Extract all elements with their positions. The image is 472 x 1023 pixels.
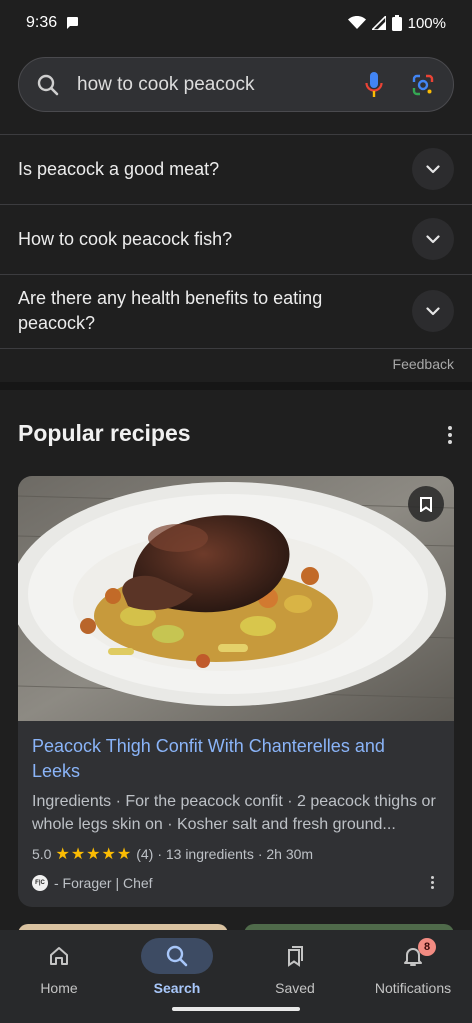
recipe-image[interactable]: [18, 476, 454, 721]
question-row-1[interactable]: Is peacock a good meat?: [0, 134, 472, 204]
recipe-meta: 5.0 ★★★★★ (4) · 13 ingredients · 2h 30m: [32, 844, 313, 864]
chat-bubble-icon: [67, 17, 79, 29]
bookmark-icon: [420, 496, 432, 512]
lens-icon[interactable]: [411, 73, 435, 97]
rating-value: 5.0: [32, 846, 52, 862]
question-row-2[interactable]: How to cook peacock fish?: [0, 204, 472, 274]
search-bar[interactable]: how to cook peacock: [18, 57, 454, 112]
recipe-card[interactable]: Peacock Thigh Confit With Chanterelles a…: [18, 476, 454, 907]
battery-level: 100%: [407, 14, 446, 32]
gesture-handle[interactable]: [172, 1007, 300, 1011]
search-icon: [166, 945, 188, 967]
nav-home[interactable]: Home: [0, 930, 118, 1023]
more-options-icon[interactable]: [431, 876, 434, 889]
status-bar: 9:36 100%: [0, 0, 472, 46]
notification-badge: 8: [418, 938, 436, 956]
question-text: How to cook peacock fish?: [18, 228, 233, 249]
bookmark-button[interactable]: [408, 486, 444, 522]
cook-time: · 2h 30m: [257, 846, 314, 862]
chevron-down-icon: [426, 306, 440, 315]
expand-button[interactable]: [412, 290, 454, 332]
ingredient-count: · 13 ingredients: [157, 846, 254, 862]
home-icon: [50, 947, 68, 965]
source-name: - Forager | Chef: [54, 875, 153, 891]
section-separator: [0, 382, 472, 390]
nav-label: Saved: [275, 980, 315, 996]
recipe-source: F|C - Forager | Chef: [32, 875, 153, 891]
search-input[interactable]: how to cook peacock: [77, 74, 365, 96]
clock: 9:36: [26, 14, 58, 31]
nav-label: Notifications: [374, 980, 452, 996]
feedback-link[interactable]: Feedback: [393, 356, 454, 372]
recipe-description: Ingredients · For the peacock confit · 2…: [32, 793, 436, 833]
nav-label: Search: [153, 980, 201, 996]
divider: [0, 348, 472, 349]
nav-notifications[interactable]: 8 Notifications: [354, 930, 472, 1023]
question-text: Are there any health benefits to eating …: [18, 288, 323, 333]
source-logo: F|C: [32, 875, 48, 891]
mic-icon[interactable]: [365, 71, 383, 98]
battery-icon: [391, 15, 402, 31]
nav-label: Home: [40, 980, 78, 996]
saved-icon: [288, 946, 303, 967]
wifi-icon: [347, 16, 366, 29]
section-title: Popular recipes: [18, 420, 191, 446]
expand-button[interactable]: [412, 148, 454, 190]
search-icon[interactable]: [37, 74, 59, 96]
star-rating-icon: ★★★★★: [55, 846, 133, 863]
question-row-3[interactable]: Are there any health benefits to eating …: [0, 274, 472, 348]
chevron-down-icon: [426, 164, 440, 173]
more-options-icon[interactable]: [448, 426, 452, 444]
review-count: (4): [136, 846, 154, 862]
expand-button[interactable]: [412, 218, 454, 260]
question-text: Is peacock a good meat?: [18, 158, 220, 179]
cell-signal-icon: [371, 16, 386, 30]
recipe-title-link[interactable]: Peacock Thigh Confit With Chanterelles a…: [32, 734, 432, 784]
chevron-down-icon: [426, 234, 440, 243]
